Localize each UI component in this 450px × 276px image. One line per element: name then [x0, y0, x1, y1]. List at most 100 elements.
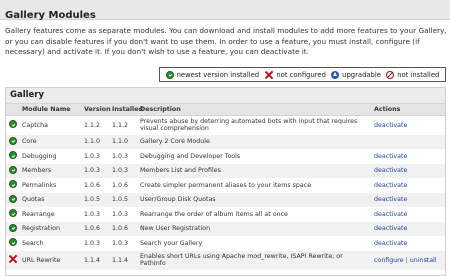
active-check-icon [9, 151, 17, 160]
module-installed: 1.1.4 [112, 256, 129, 264]
not-configured-x-icon [264, 70, 273, 79]
table-row: Quotas 1.0.5 1.0.5 User/Group Disk Quotas de… [6, 192, 445, 208]
module-actions: deactivate [372, 222, 445, 237]
table-row: Registration 1.0.6 1.0.6 New User Registrat… [6, 221, 445, 237]
module-actions: deactivate [372, 193, 445, 208]
status-legend: newest version installed not configured … [159, 67, 446, 82]
module-description: New User Registration [140, 225, 211, 233]
table-row: Captcha 1.1.2 1.1.2 Prevents abuse by deter… [6, 116, 445, 135]
deactivate-link[interactable]: deactivate [374, 167, 407, 174]
status-cell [6, 207, 20, 222]
module-description: Search your Gallery [140, 239, 203, 247]
module-installed: 1.0.3 [112, 152, 129, 160]
active-check-icon [9, 136, 17, 145]
module-installed: 1.0.3 [112, 239, 129, 247]
module-installed: 1.0.6 [112, 181, 129, 189]
modules-table-body: Captcha 1.1.2 1.1.2 Prevents abuse by deter… [6, 116, 445, 270]
module-description: Create simpler permanent aliases to your… [140, 181, 312, 189]
module-actions: deactivate [372, 164, 445, 179]
deactivate-link[interactable]: deactivate [374, 211, 407, 218]
module-description: Gallery 2 Core Module [140, 138, 210, 146]
table-row: Rearrange 1.0.3 1.0.3 Rearrange the order o… [6, 207, 445, 222]
module-description: Prevents abuse by deterring automated bo… [140, 118, 358, 133]
module-version: 1.0.3 [84, 167, 101, 175]
deactivate-link[interactable]: deactivate [374, 153, 407, 160]
table-row: Debugging 1.0.3 1.0.3 Debugging and Develop… [6, 149, 445, 164]
module-name: Members [22, 167, 52, 175]
module-actions [372, 135, 445, 150]
module-version: 1.1.0 [84, 138, 101, 146]
module-name: Quotas [22, 196, 45, 204]
status-cell [6, 178, 20, 193]
module-actions: deactivate [372, 236, 445, 251]
module-description: Rearrange the order of album items all a… [140, 210, 288, 218]
legend-label: upgradable [342, 70, 381, 79]
column-installed: Installed [110, 103, 143, 116]
column-actions: Actions [372, 103, 445, 116]
module-description: Debugging and Developer Tools [140, 152, 241, 160]
status-cell [6, 149, 20, 164]
module-name: Registration [22, 225, 60, 233]
active-check-icon [9, 165, 17, 174]
column-description: Description [138, 103, 372, 116]
module-version: 1.0.3 [84, 239, 101, 247]
gallery-section: Gallery Module Name Version Installed De… [5, 87, 446, 276]
table-row: Search 1.0.3 1.0.3 Search your Gallery deact… [6, 236, 445, 251]
status-cell [6, 251, 20, 270]
module-installed: 1.1.0 [112, 138, 129, 146]
module-version: 1.0.5 [84, 196, 101, 204]
legend-label: not configured [276, 70, 326, 79]
legend-item-not-configured: not configured [264, 70, 326, 79]
table-row: Members 1.0.3 1.0.3 Members List and Profil… [6, 163, 445, 179]
module-name: Permalinks [22, 181, 57, 189]
active-check-icon [9, 238, 17, 247]
module-description: User/Group Disk Quotas [140, 196, 216, 204]
not-configured-x-icon [9, 255, 18, 264]
table-row: URL Rewrite 1.1.4 1.1.4 Enables short URLs … [6, 250, 445, 270]
module-actions: deactivate [372, 116, 445, 135]
deactivate-link[interactable]: deactivate [374, 182, 407, 189]
module-name: URL Rewrite [22, 256, 61, 264]
table-row: Permalinks 1.0.6 1.0.6 Create simpler perma… [6, 178, 445, 193]
module-actions: configure | uninstall [372, 251, 445, 270]
status-cell [6, 236, 20, 251]
active-check-icon [165, 70, 174, 79]
deactivate-link[interactable]: deactivate [374, 196, 407, 203]
title-bar: Gallery Modules [0, 0, 450, 21]
legend-label: newest version installed [176, 70, 260, 79]
module-version: 1.0.6 [84, 225, 101, 233]
deactivate-link[interactable]: deactivate [374, 225, 407, 232]
module-version: 1.1.4 [84, 256, 101, 264]
active-check-icon [9, 223, 17, 232]
module-installed: 1.0.6 [112, 225, 129, 233]
module-actions: deactivate [372, 178, 445, 193]
module-installed: 1.0.3 [112, 210, 129, 218]
section-title: Gallery [6, 88, 445, 103]
modules-table: Module Name Version Installed Descriptio… [6, 103, 445, 270]
gallery-modules-page: Gallery Modules Gallery features come as… [0, 0, 450, 276]
table-row: Core 1.1.0 1.1.0 Gallery 2 Core Module [6, 134, 445, 150]
active-check-icon [9, 180, 17, 189]
upgradable-arrow-icon [331, 70, 340, 79]
table-header-row: Module Name Version Installed Descriptio… [6, 103, 445, 116]
configure-link[interactable]: configure [374, 257, 404, 264]
uninstall-link[interactable]: uninstall [410, 257, 437, 264]
active-check-icon [9, 209, 17, 218]
module-version: 1.1.2 [84, 121, 101, 129]
deactivate-link[interactable]: deactivate [374, 122, 407, 129]
not-installed-icon [386, 70, 395, 79]
module-installed: 1.0.5 [112, 196, 129, 204]
legend-item-newest: newest version installed [165, 70, 260, 79]
status-cell [6, 164, 20, 179]
module-installed: 1.1.2 [112, 121, 129, 129]
page-title: Gallery Modules [5, 10, 96, 21]
legend-item-upgradable: upgradable [331, 70, 381, 79]
module-version: 1.0.6 [84, 181, 101, 189]
column-version: Version [82, 103, 111, 116]
column-status [6, 103, 20, 116]
module-actions: deactivate [372, 149, 445, 164]
deactivate-link[interactable]: deactivate [374, 240, 407, 247]
module-name: Debugging [22, 152, 57, 160]
legend-item-not-installed: not installed [386, 70, 439, 79]
status-cell [6, 135, 20, 150]
